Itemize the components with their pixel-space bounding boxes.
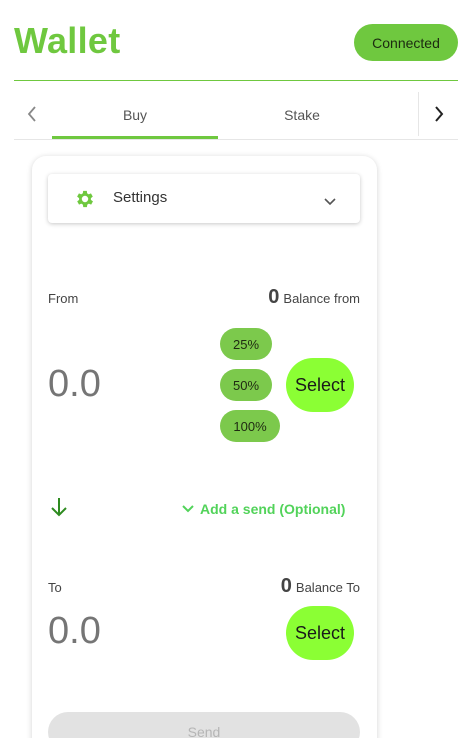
chevron-right-icon xyxy=(434,106,443,122)
tab-scroll-right-button[interactable] xyxy=(418,92,458,136)
settings-dropdown[interactable]: Settings xyxy=(48,174,360,223)
tab-scroll-left-button[interactable] xyxy=(14,92,50,136)
from-label: From xyxy=(48,291,79,306)
to-amount-input[interactable] xyxy=(48,610,198,653)
tab-buy[interactable]: Buy xyxy=(52,92,218,138)
add-send-button[interactable]: Add a send (Optional) xyxy=(182,501,345,517)
page-title: Wallet xyxy=(14,20,121,61)
to-balance: 0 Balance To xyxy=(281,575,360,598)
to-label: To xyxy=(48,580,62,595)
tab-bar: Buy Stake xyxy=(14,92,458,140)
connected-status-button[interactable]: Connected xyxy=(354,24,458,61)
percent-25-button[interactable]: 25% xyxy=(220,328,272,360)
chevron-down-icon xyxy=(324,198,336,206)
to-select-token-button[interactable]: Select xyxy=(286,606,354,660)
send-button[interactable]: Send xyxy=(48,712,360,738)
chevron-left-icon xyxy=(27,106,36,122)
active-tab-indicator xyxy=(52,136,218,139)
from-select-token-button[interactable]: Select xyxy=(286,358,354,412)
from-amount-input[interactable] xyxy=(48,363,198,406)
from-balance-value: 0 xyxy=(268,286,280,308)
settings-label: Settings xyxy=(113,189,168,206)
percent-100-button[interactable]: 100% xyxy=(220,410,280,442)
gear-icon xyxy=(77,190,93,208)
from-balance: 0 Balance from xyxy=(268,286,360,309)
to-balance-label: Balance To xyxy=(295,580,360,595)
arrow-down-icon[interactable] xyxy=(50,496,68,518)
header: Wallet Connected xyxy=(0,0,474,82)
header-divider xyxy=(14,80,458,81)
chevron-down-icon xyxy=(182,505,194,513)
add-send-label: Add a send (Optional) xyxy=(200,501,346,517)
to-balance-value: 0 xyxy=(280,575,292,597)
tab-stake[interactable]: Stake xyxy=(218,92,386,138)
swap-card: Settings From 0 Balance from 25% 50% 100… xyxy=(32,156,377,738)
from-balance-label: Balance from xyxy=(283,291,360,306)
percent-50-button[interactable]: 50% xyxy=(220,369,272,401)
